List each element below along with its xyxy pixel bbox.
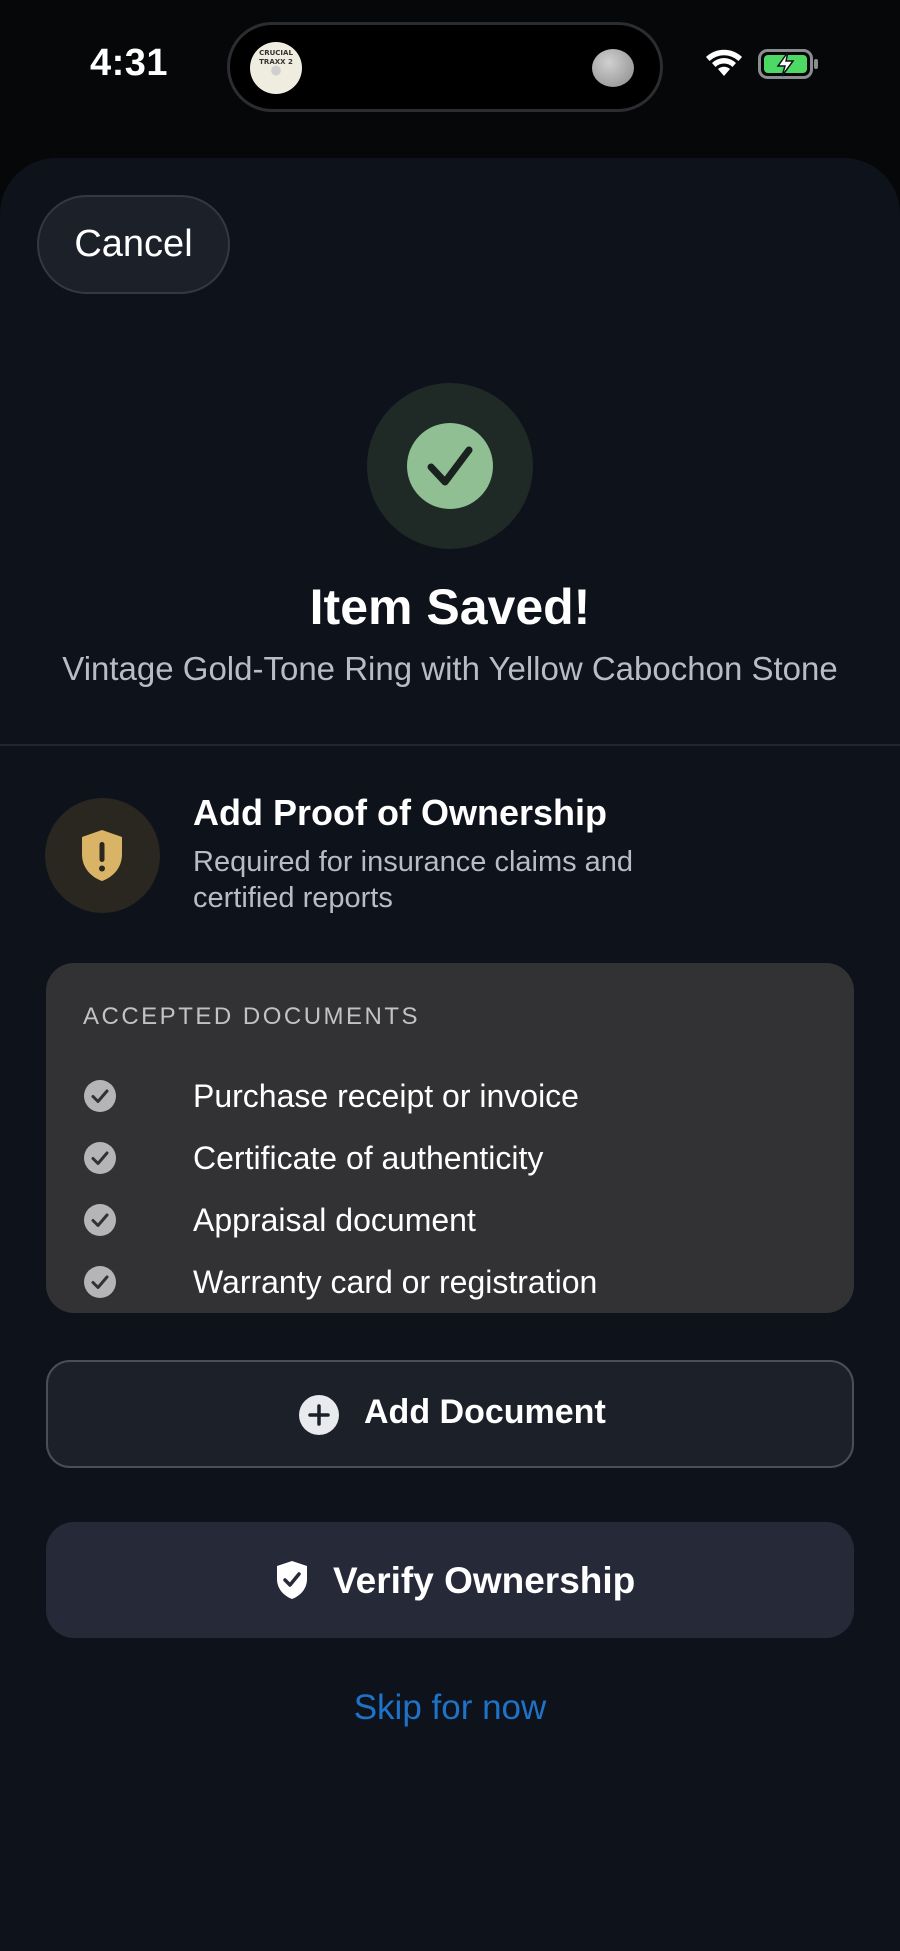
proof-description: Required for insurance claims and certif…	[193, 846, 634, 914]
document-type-label: Certificate of authenticity	[193, 1140, 544, 1176]
cancel-button[interactable]: Cancel	[37, 195, 230, 294]
album-art-text: CRUCIAL TRAXX 2	[259, 49, 293, 66]
wifi-icon	[706, 49, 742, 76]
verify-ownership-label: Verify Ownership	[333, 1560, 636, 1601]
dynamic-island[interactable]: CRUCIAL TRAXX 2	[227, 22, 663, 112]
check-circle-icon	[84, 1266, 116, 1298]
success-indicator	[367, 383, 533, 549]
document-type-label: Appraisal document	[193, 1202, 476, 1238]
island-activity-indicator	[592, 49, 634, 87]
proof-title: Add Proof of Ownership	[193, 792, 607, 833]
checkmark-icon	[427, 446, 473, 486]
battery-charging-icon	[758, 49, 818, 79]
check-circle-icon	[84, 1080, 116, 1112]
shield-check-icon	[277, 1561, 307, 1599]
add-document-label: Add Document	[364, 1393, 606, 1431]
success-circle	[407, 423, 493, 509]
document-type-label: Warranty card or registration	[193, 1264, 598, 1300]
status-time: 4:31	[90, 42, 169, 84]
now-playing-album-art: CRUCIAL TRAXX 2	[250, 42, 302, 94]
proof-icon-badge	[45, 798, 160, 913]
skip-link[interactable]: Skip for now	[0, 1688, 900, 1728]
shield-exclamation-icon	[82, 830, 122, 881]
success-title: Item Saved!	[309, 579, 591, 635]
status-bar: 4:31 CRUCIAL TRAXX 2	[0, 0, 900, 135]
add-document-button[interactable]: Add Document	[46, 1360, 854, 1468]
accepted-documents-header: ACCEPTED DOCUMENTS	[83, 1003, 421, 1030]
item-name: Vintage Gold-Tone Ring with Yellow Caboc…	[62, 650, 838, 687]
document-type-label: Purchase receipt or invoice	[193, 1078, 579, 1114]
check-circle-icon	[84, 1142, 116, 1174]
accepted-documents-card: ACCEPTED DOCUMENTS Purchase receipt or i…	[46, 963, 854, 1313]
verify-ownership-button[interactable]: Verify Ownership	[46, 1522, 854, 1638]
divider	[0, 744, 900, 746]
plus-circle-icon	[299, 1395, 339, 1435]
check-circle-icon	[84, 1204, 116, 1236]
item-saved-sheet: Cancel Item Saved! Vintage Gold-Tone Rin…	[0, 158, 900, 1951]
